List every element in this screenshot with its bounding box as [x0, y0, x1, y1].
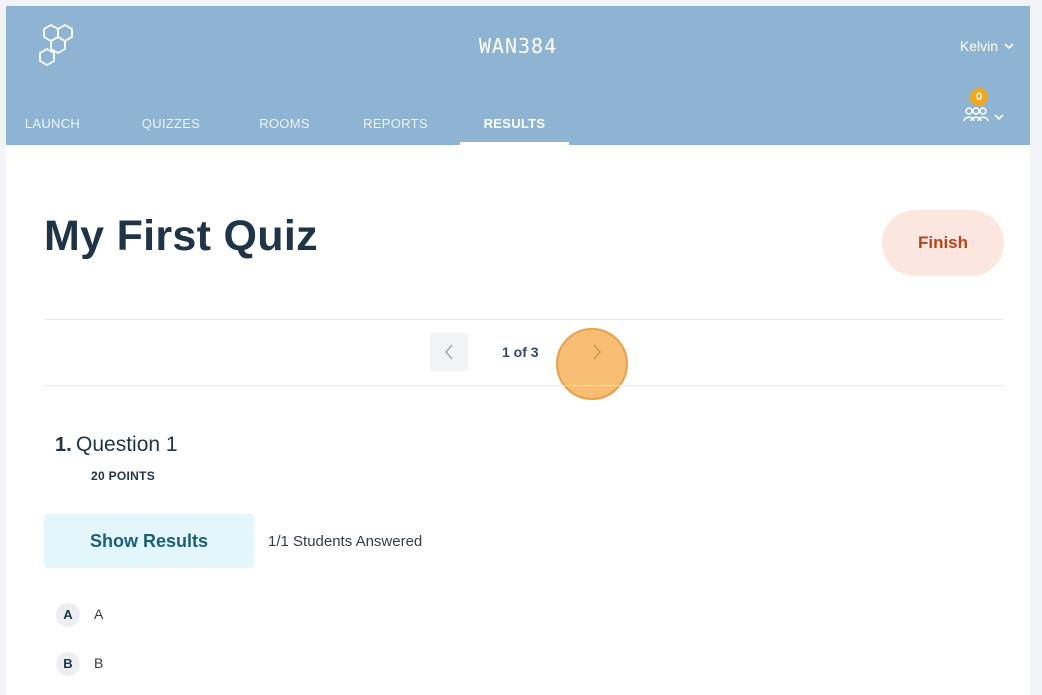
answer-letter-badge: A — [56, 603, 80, 627]
previous-question-button[interactable] — [430, 333, 468, 371]
answer-letter-badge: B — [56, 652, 80, 676]
tab-reports[interactable]: REPORTS — [348, 106, 443, 145]
chevron-left-icon — [445, 344, 453, 360]
answer-text: B — [94, 655, 104, 671]
page-title: My First Quiz — [44, 212, 318, 260]
user-name: Kelvin — [959, 38, 998, 54]
show-results-button[interactable]: Show Results — [44, 514, 254, 568]
question-text: Question 1 — [76, 433, 178, 456]
next-question-button[interactable] — [578, 333, 616, 371]
students-answered-count: 1/1 Students Answered — [268, 533, 423, 550]
app-window: WAN384 Kelvin LAUNCH QUIZZES ROOMS REPOR… — [6, 6, 1030, 695]
answer-text: A — [94, 606, 104, 622]
top-header: WAN384 Kelvin LAUNCH QUIZZES ROOMS REPOR… — [6, 6, 1030, 145]
divider — [44, 385, 1004, 386]
question-counter: 1 of 3 — [502, 344, 539, 360]
tab-results[interactable]: RESULTS — [460, 106, 569, 145]
divider — [44, 319, 1004, 320]
tab-quizzes[interactable]: QUIZZES — [117, 106, 225, 145]
chevron-down-icon — [1004, 43, 1014, 50]
tab-rooms[interactable]: ROOMS — [237, 106, 332, 145]
finish-button[interactable]: Finish — [882, 210, 1004, 276]
online-students-menu[interactable]: 0 — [958, 88, 1008, 128]
room-code: WAN384 — [478, 34, 558, 58]
people-icon — [963, 107, 989, 122]
chevron-down-icon — [994, 114, 1004, 121]
tab-launch[interactable]: LAUNCH — [6, 106, 99, 145]
chevron-right-icon — [593, 344, 601, 360]
notification-badge: 0 — [970, 88, 988, 106]
main-nav-tabs: LAUNCH QUIZZES ROOMS REPORTS RESULTS — [6, 106, 569, 145]
question-points: 20 POINTS — [91, 469, 156, 483]
question-number: 1. — [55, 434, 72, 456]
user-menu[interactable]: Kelvin — [960, 38, 1014, 54]
